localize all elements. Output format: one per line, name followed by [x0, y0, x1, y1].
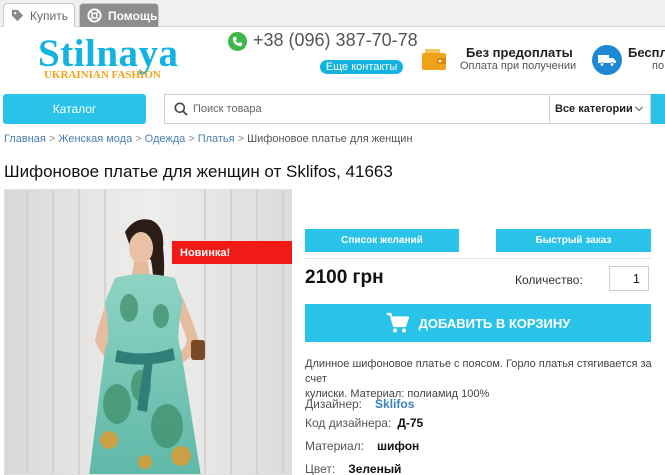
spec-material: Материал: шифон — [305, 439, 419, 453]
spec-designer-code: Код дизайнера: Д-75 — [305, 416, 423, 430]
phone-number[interactable]: +38 (096) 387-70-78 — [253, 30, 418, 51]
breadcrumb-separator: > — [135, 133, 142, 145]
wishlist-button[interactable]: Список желаний — [305, 229, 459, 252]
spec-label: Код дизайнера: — [305, 416, 392, 430]
spec-label: Цвет: — [305, 462, 336, 475]
category-select-value: Все категории — [555, 103, 633, 115]
prepay-subtitle: Оплата при получении — [460, 60, 577, 72]
phone-icon — [228, 32, 247, 51]
product-price: 2100 грн — [305, 267, 384, 288]
search-bar: Все категории — [164, 94, 651, 124]
chevron-down-icon — [635, 106, 643, 112]
catalog-button[interactable]: Каталог — [3, 94, 146, 124]
breadcrumb-current: Шифоновое платье для женщин — [247, 133, 413, 145]
breadcrumb-separator: > — [188, 133, 195, 145]
add-to-cart-label: ДОБАВИТЬ В КОРЗИНУ — [418, 315, 571, 331]
delivery-subtitle: по — [652, 60, 665, 72]
tab-buy[interactable]: Купить — [3, 3, 75, 27]
delivery-title: Беспл — [628, 45, 665, 60]
spec-value: Зеленый — [348, 462, 402, 475]
wallet-icon — [422, 49, 446, 70]
logo-tagline: UKRAINIAN FASHION — [44, 69, 161, 81]
spec-color: Цвет: Зеленый — [305, 462, 401, 475]
breadcrumb-separator: > — [48, 133, 56, 145]
page-title: Шифоновое платье для женщин от Sklifos, … — [4, 162, 393, 181]
cart-icon — [386, 312, 409, 333]
more-contacts-button[interactable]: Еще контакты — [320, 60, 403, 74]
product-image[interactable] — [4, 189, 292, 475]
breadcrumb-womens-fashion[interactable]: Женская мода — [58, 133, 132, 145]
quantity-input[interactable] — [609, 266, 649, 291]
tab-help[interactable]: Помощь — [79, 3, 159, 27]
breadcrumb-home[interactable]: Главная — [4, 133, 46, 145]
product-description: Длинное шифоновое платье с поясом. Горло… — [305, 357, 665, 402]
spec-value: Д-75 — [397, 416, 424, 430]
spec-value: шифон — [376, 439, 420, 453]
spec-label: Материал: — [305, 439, 364, 453]
tag-icon — [11, 9, 24, 22]
quick-order-button[interactable]: Быстрый заказ — [496, 229, 651, 252]
search-submit-button[interactable] — [651, 94, 665, 124]
top-bar: Купить Помощь — [0, 0, 665, 27]
divider — [305, 258, 651, 259]
search-icon — [174, 102, 188, 116]
add-to-cart-button[interactable]: ДОБАВИТЬ В КОРЗИНУ — [305, 304, 651, 342]
search-input[interactable] — [193, 95, 543, 123]
tab-buy-label: Купить — [30, 8, 68, 23]
quantity-label: Количество: — [515, 273, 583, 287]
breadcrumb-separator: > — [237, 133, 245, 145]
spec-designer: Дизайнер: Sklifos — [305, 397, 414, 411]
breadcrumb: Главная > Женская мода > Одежда > Платья > Шифон… — [4, 133, 413, 145]
tab-help-label: Помощь — [108, 8, 158, 23]
lifebuoy-icon — [87, 8, 102, 23]
spec-label: Дизайнер: — [305, 397, 363, 411]
truck-icon — [592, 45, 622, 75]
new-badge: Новинка! — [172, 241, 292, 264]
description-line: Длинное шифоновое платье с поясом. Горло… — [305, 358, 652, 385]
prepay-title: Без предоплаты — [466, 45, 573, 60]
category-select[interactable]: Все категории — [549, 95, 651, 123]
breadcrumb-clothing[interactable]: Одежда — [145, 133, 186, 145]
designer-link[interactable]: Sklifos — [375, 397, 414, 411]
breadcrumb-dresses[interactable]: Платья — [198, 133, 235, 145]
